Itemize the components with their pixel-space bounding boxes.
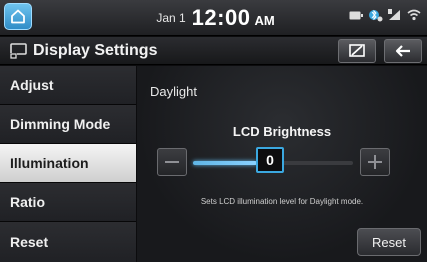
back-button[interactable] [384, 39, 422, 63]
display-icon [10, 43, 27, 59]
plus-icon [368, 155, 382, 169]
status-bar: Jan 1 12:00 AM [0, 0, 427, 36]
sidebar-item-dimming-mode[interactable]: Dimming Mode [0, 105, 136, 144]
reset-button-label: Reset [372, 234, 406, 250]
bluetooth-icon [369, 9, 383, 22]
battery-icon [349, 11, 363, 19]
sidebar-item-label: Ratio [10, 194, 45, 210]
screen-off-button[interactable] [338, 39, 376, 63]
page-title: Display Settings [33, 42, 158, 59]
sidebar-item-label: Illumination [10, 155, 89, 171]
sidebar-item-ratio[interactable]: Ratio [0, 183, 136, 222]
sidebar-item-adjust[interactable]: Adjust [0, 66, 136, 105]
sidebar-item-label: Reset [10, 234, 49, 250]
brightness-value-text: 0 [266, 152, 274, 168]
brightness-value[interactable]: 0 [256, 147, 284, 173]
illumination-panel: Daylight LCD Brightness 0 Sets LCD illum… [137, 66, 427, 262]
reset-button[interactable]: Reset [357, 228, 421, 256]
ampm-text: AM [254, 12, 275, 28]
slider-fill [193, 161, 257, 165]
back-arrow-icon [395, 45, 410, 57]
decrease-button[interactable] [157, 148, 187, 176]
title-bar: Display Settings [0, 37, 427, 65]
date-text: Jan 1 [156, 11, 186, 25]
sidebar-item-illumination[interactable]: Illumination [0, 144, 136, 183]
sidebar-item-label: Dimming Mode [10, 116, 111, 132]
wifi-icon [407, 9, 421, 21]
time-text: 12:00 [191, 5, 251, 30]
signal-icon [388, 9, 400, 20]
status-icons [349, 8, 421, 22]
minus-icon [165, 161, 179, 163]
hint-text: Sets LCD illumination level for Daylight… [200, 197, 364, 206]
section-title: Daylight [150, 84, 197, 99]
screen-off-icon [349, 44, 365, 57]
increase-button[interactable] [360, 148, 390, 176]
sidebar-item-label: Adjust [10, 77, 54, 93]
lcd-brightness-label: LCD Brightness [232, 124, 332, 139]
sidebar: Adjust Dimming Mode Illumination Ratio R… [0, 66, 136, 262]
sidebar-item-reset[interactable]: Reset [0, 222, 136, 262]
